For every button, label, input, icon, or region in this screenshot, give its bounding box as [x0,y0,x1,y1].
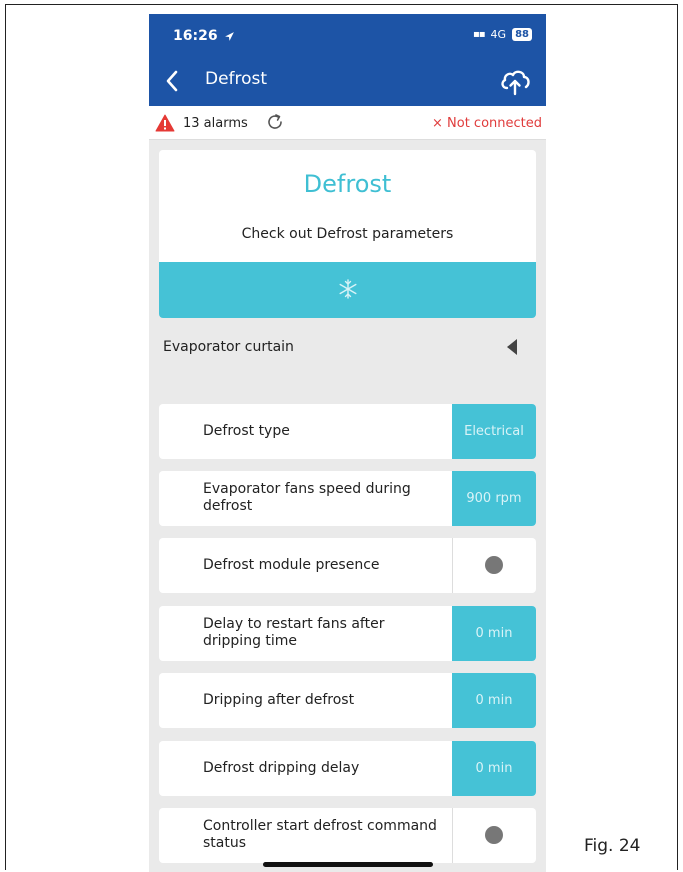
param-label: Defrost module presence [203,557,380,573]
param-value-defrost-type[interactable]: Electrical [452,404,536,459]
back-chevron-icon[interactable] [161,66,185,96]
alarm-count[interactable]: 13 alarms [183,116,248,131]
param-row-defrost-type: Defrost type Electrical [159,404,536,459]
param-row-dripping-delay: Defrost dripping delay 0 min [159,741,536,796]
status-bar: 16:26 ▪▪ 4G 88 [149,14,546,58]
status-time: 16:26 [173,28,235,44]
param-label: Dripping after defrost [203,692,355,708]
param-label: Delay to restart fans after dripping tim… [203,616,385,649]
param-value-dripping-after-defrost[interactable]: 0 min [452,673,536,728]
param-value-restart-fans-delay[interactable]: 0 min [452,606,536,661]
status-time-text: 16:26 [173,28,218,44]
category-banner [159,262,536,318]
section-label: Evaporator curtain [163,339,294,355]
signal-icon: ▪▪ [472,29,486,40]
alarm-bar: 13 alarms × Not connected [149,106,546,140]
param-row-module-presence: Defrost module presence [159,538,536,593]
param-row-fans-speed: Evaporator fans speed during defrost 900… [159,471,536,526]
param-row-dripping-after-defrost: Dripping after defrost 0 min [159,673,536,728]
param-value-dripping-delay[interactable]: 0 min [452,741,536,796]
cloud-upload-icon[interactable] [498,64,532,98]
param-row-restart-fans-delay: Delay to restart fans after dripping tim… [159,606,536,661]
header-subtitle: Check out Defrost parameters [241,226,454,242]
warning-icon [155,114,175,132]
param-row-start-defrost-status: Controller start defrost command status [159,808,536,863]
divider [452,538,453,593]
divider [452,808,453,863]
phone-screen: 16:26 ▪▪ 4G 88 Defrost 13 alarms × Not c… [149,14,546,872]
collapse-triangle-icon[interactable] [506,338,518,356]
nav-title: Defrost [205,69,268,89]
status-dot [485,826,503,844]
network-type: 4G [490,28,507,41]
figure-caption: Fig. 24 [584,836,641,856]
param-label: Defrost type [203,423,290,439]
location-arrow-icon [225,31,235,41]
refresh-icon[interactable] [265,112,285,132]
home-indicator[interactable] [263,862,433,867]
nav-bar: Defrost [149,58,546,106]
param-value-fans-speed[interactable]: 900 rpm [452,471,536,526]
header-card: Defrost Check out Defrost parameters [159,150,536,262]
header-title: Defrost [303,170,392,198]
toggle-module-presence[interactable] [452,538,536,593]
param-label: Defrost dripping delay [203,760,360,776]
param-label: Evaporator fans speed during defrost [203,481,411,514]
status-indicators: ▪▪ 4G 88 [473,28,532,41]
status-dot [485,556,503,574]
toggle-start-defrost-status[interactable] [452,808,536,863]
param-label: Controller start defrost command status [203,818,437,851]
connection-status: × Not connected [431,116,542,131]
snowflake-icon [339,279,357,299]
section-evaporator-curtain[interactable]: Evaporator curtain [149,324,546,370]
battery-icon: 88 [512,28,532,41]
